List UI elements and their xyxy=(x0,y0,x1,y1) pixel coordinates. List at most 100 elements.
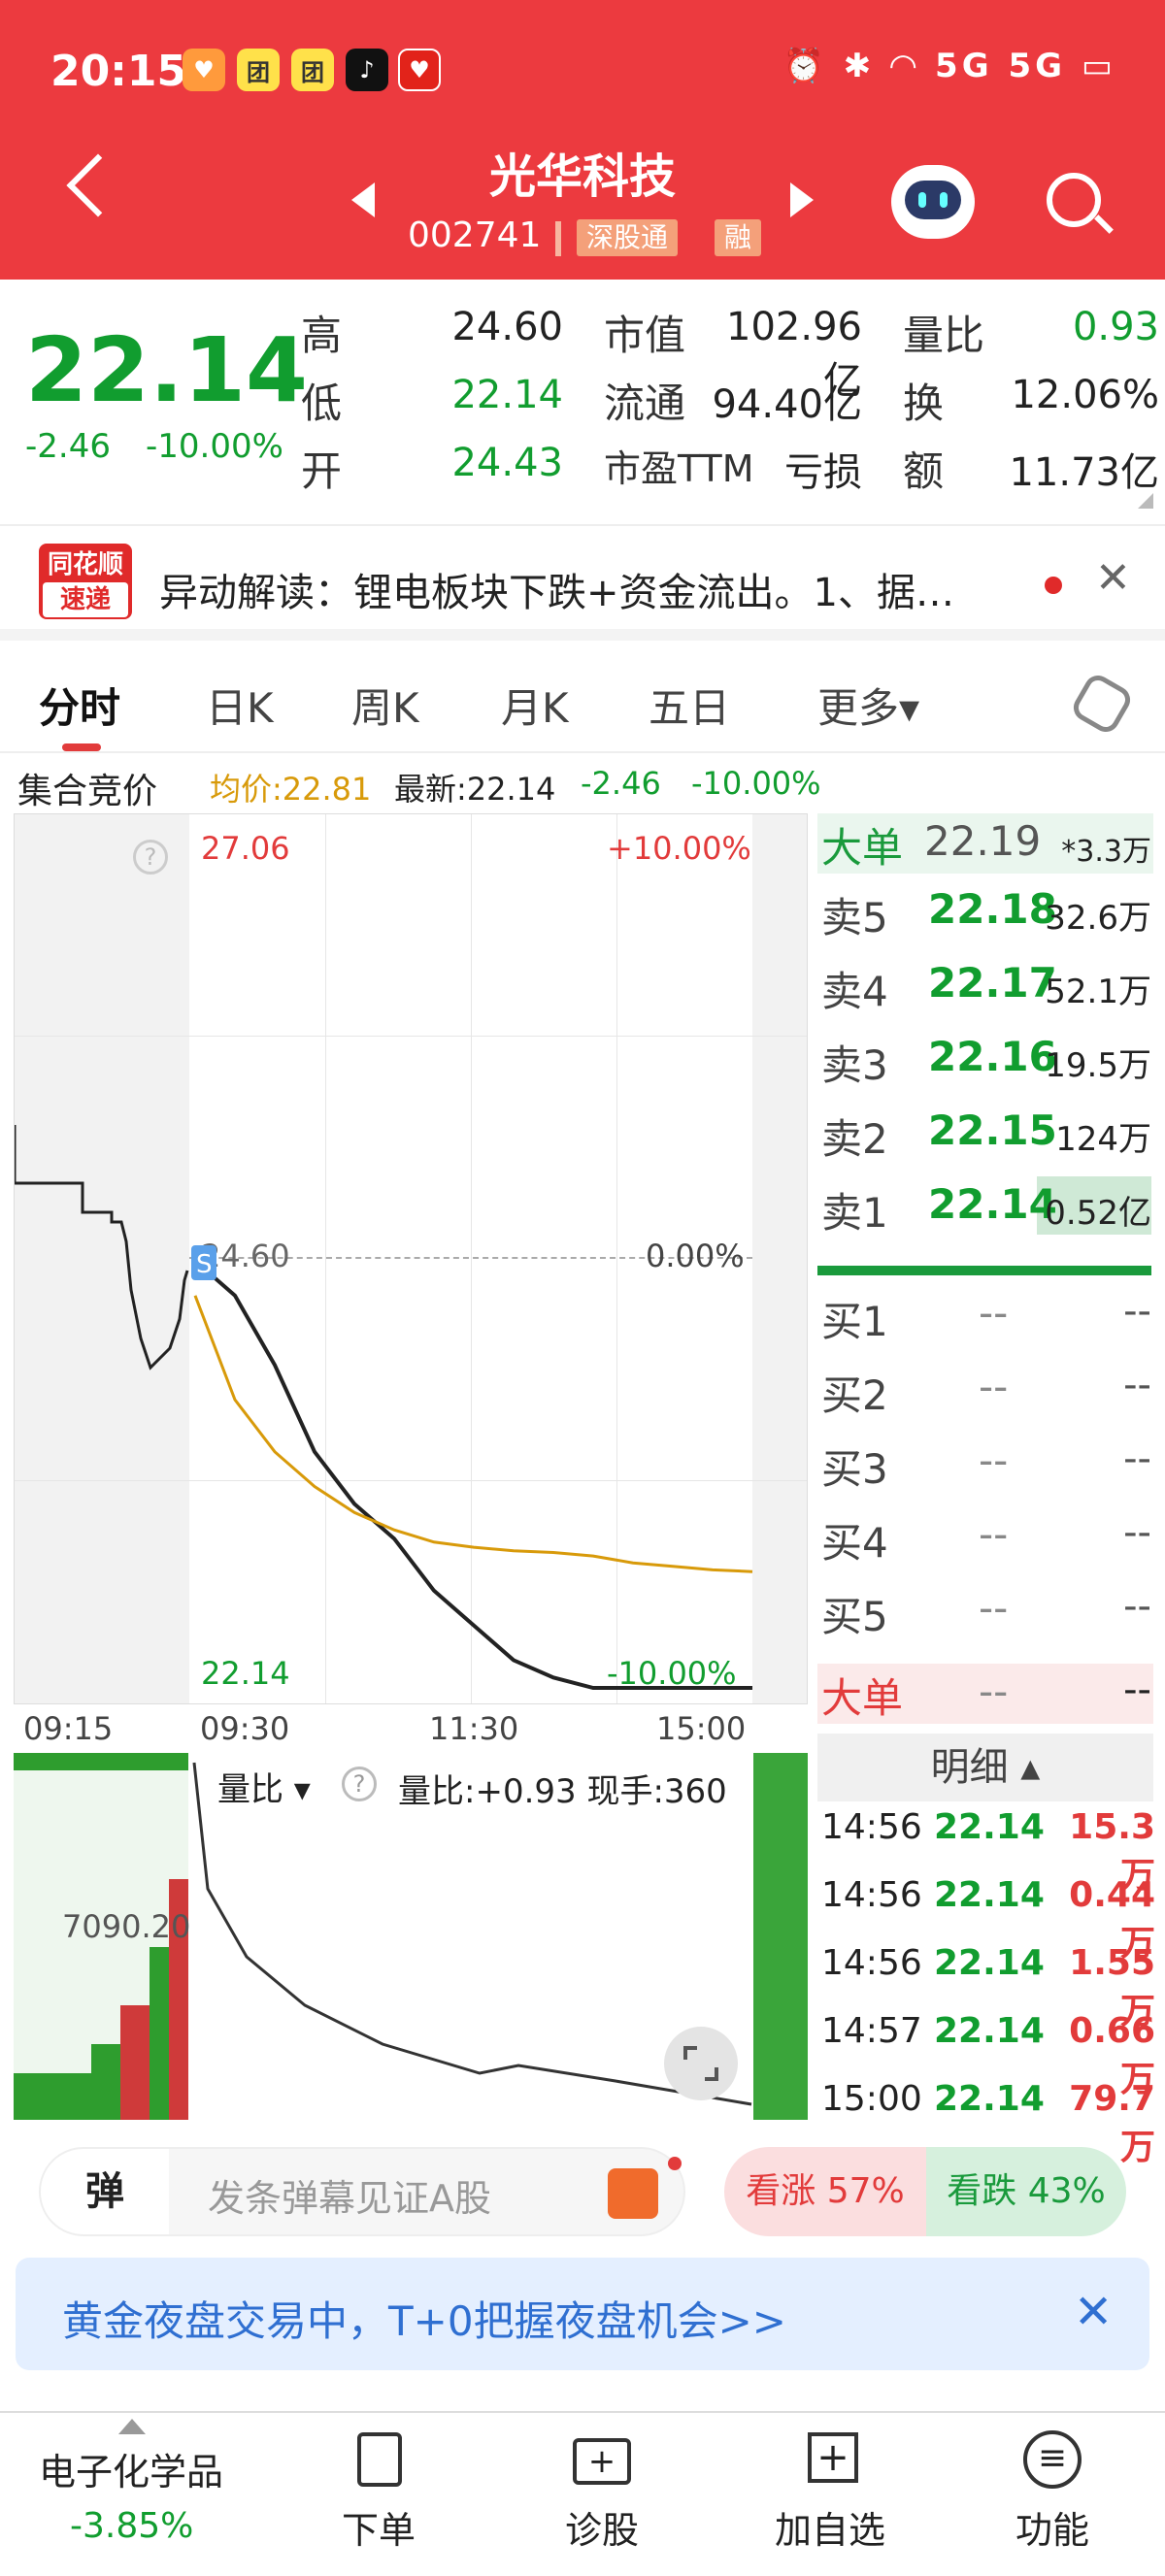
bid-label: 买2 xyxy=(821,1371,888,1419)
trade-time: 14:57 xyxy=(821,2011,922,2051)
sub-info: 量比:+0.93 现手:360 xyxy=(398,1765,727,1812)
tiktok-icon: ♪ xyxy=(346,49,388,91)
news-logo: 同花顺 速递 xyxy=(39,544,132,619)
expand-up-icon[interactable] xyxy=(118,2419,146,2434)
trade-time: 14:56 xyxy=(821,1943,922,1983)
sub-indicator-select[interactable]: 量比 ▾ xyxy=(208,1759,320,1814)
news-bar[interactable]: 同花顺 速递 异动解读：锂电板块下跌+资金流出。1、据… ✕ xyxy=(0,524,1165,641)
tab-daily-k[interactable]: 日K xyxy=(206,676,274,735)
robot-icon[interactable] xyxy=(891,165,975,239)
big-order-label: 大单 xyxy=(821,824,904,872)
bearish-button[interactable]: 看跌 43% xyxy=(926,2147,1126,2236)
fullscreen-icon[interactable] xyxy=(664,2027,738,2100)
settings-icon[interactable] xyxy=(1068,670,1136,738)
bid-label: 买1 xyxy=(821,1298,888,1345)
price-line xyxy=(193,1259,752,1690)
last-price: 22.14 xyxy=(25,318,309,422)
order-button[interactable]: 下单 xyxy=(320,2413,437,2576)
ask-price[interactable]: 22.18 xyxy=(928,885,1057,933)
promo-banner[interactable]: 黄金夜盘交易中，T+0把握夜盘机会>> ✕ xyxy=(16,2258,1149,2370)
tag-shengutong: 深股通 xyxy=(577,219,679,256)
tag-margin: 融 xyxy=(715,219,762,256)
news-text: 异动解读：锂电板块下跌+资金流出。1、据… xyxy=(159,571,954,615)
close-icon[interactable]: ✕ xyxy=(1095,553,1131,603)
trade-time: 14:56 xyxy=(821,1875,922,1915)
tab-more[interactable]: 更多▾ xyxy=(817,676,919,735)
stock-code: 002741 xyxy=(408,215,542,255)
news-badge-top: 同花顺 xyxy=(47,550,123,579)
tab-timeshare[interactable]: 分时 xyxy=(39,676,120,735)
bid-label: 买3 xyxy=(821,1445,888,1493)
trade-time: 14:56 xyxy=(821,1807,922,1847)
ask-volume: 52.1万 xyxy=(1045,973,1151,1011)
news-badge-bottom: 速递 xyxy=(43,582,128,617)
bid-price[interactable]: -- xyxy=(979,1289,1008,1337)
diagnose-button[interactable]: + 诊股 xyxy=(544,2413,660,2576)
divider xyxy=(555,221,561,256)
ask-label: 卖1 xyxy=(821,1189,888,1237)
latest-change: -2.46 xyxy=(581,765,661,802)
next-stock-icon[interactable] xyxy=(790,182,814,217)
turnover-value: 12.06% xyxy=(1011,373,1159,417)
close-icon[interactable]: ✕ xyxy=(1074,2285,1113,2339)
tab-weekly-k[interactable]: 周K xyxy=(351,676,419,735)
volume-ratio-chart[interactable]: 量比 ▾ ? 量比:+0.93 现手:360 7090.20 xyxy=(14,1753,808,2120)
bid-price[interactable]: -- xyxy=(979,1363,1008,1410)
x-tick: 11:30 xyxy=(429,1710,519,1747)
function-label: 功能 xyxy=(1015,2509,1089,2552)
ask-price[interactable]: 22.16 xyxy=(928,1033,1057,1080)
chart-info-bar: 集合竞价 均价:22.81 最新:22.14 -2.46 -10.00% xyxy=(0,757,1165,811)
search-icon[interactable] xyxy=(1047,173,1101,227)
tab-five-day[interactable]: 五日 xyxy=(649,676,730,735)
avg-line xyxy=(193,1295,753,1573)
avg-price: 均价:22.81 xyxy=(210,771,372,808)
vr-value: 0.93 xyxy=(1072,305,1159,349)
help-icon[interactable]: ? xyxy=(342,1767,377,1801)
tab-indicator xyxy=(62,743,101,751)
expand-corner-icon[interactable] xyxy=(1138,493,1153,509)
danmu-input-bar[interactable]: 弹 发条弹幕见证A股 xyxy=(39,2147,685,2236)
vr-label: 量比 xyxy=(903,312,985,359)
pe-label: 市盈TTM xyxy=(604,447,754,490)
header: 20:15 ♥ 团 团 ♪ ♥ ⏰ ✱ ◠ 5G 5G ▭ 光华科技 00274… xyxy=(0,0,1165,280)
chart-svg: S xyxy=(15,1125,753,1690)
x-tick: 09:30 xyxy=(200,1710,290,1747)
pe-value: 亏损 xyxy=(784,450,862,495)
unread-dot xyxy=(1045,577,1062,594)
bid-price[interactable]: -- xyxy=(979,1510,1008,1558)
bullish-button[interactable]: 看涨 57% xyxy=(724,2147,926,2236)
trade-price: 22.14 xyxy=(934,2011,1045,2051)
bid-price[interactable]: -- xyxy=(979,1437,1008,1484)
ask-price[interactable]: 22.17 xyxy=(928,959,1057,1007)
ask-label: 卖5 xyxy=(821,894,888,941)
mktcap-label: 市值 xyxy=(604,312,686,359)
spread-divider xyxy=(817,1266,1151,1275)
tab-monthly-k[interactable]: 月K xyxy=(501,676,569,735)
ask-price[interactable]: 22.14 xyxy=(928,1180,1057,1228)
status-time: 20:15 xyxy=(50,47,187,96)
open-label: 开 xyxy=(301,447,343,495)
app-icon: 团 xyxy=(237,49,280,91)
sector-name[interactable]: 电子化学品 xyxy=(39,2442,223,2495)
bid-price[interactable]: -- xyxy=(979,1584,1008,1632)
intraday-chart[interactable]: ? 27.06 +10.00% 24.60 0.00% 22.14 -10.00… xyxy=(14,813,808,1704)
add-watchlist-button[interactable]: + 加自选 xyxy=(757,2413,903,2576)
detail-toggle[interactable]: 明细 ▴ xyxy=(817,1734,1153,1801)
auction-line xyxy=(15,1125,189,1371)
float-label: 流通 xyxy=(604,380,686,427)
order-label: 下单 xyxy=(341,2509,416,2552)
gift-icon[interactable] xyxy=(608,2168,658,2219)
ask-price[interactable]: 22.15 xyxy=(928,1106,1057,1154)
bid-label: 买5 xyxy=(821,1593,888,1640)
big-order-price: 22.19 xyxy=(924,817,1042,865)
function-button[interactable]: ≡ 功能 xyxy=(994,2413,1111,2576)
trade-time: 15:00 xyxy=(821,2079,922,2119)
app-icon: 团 xyxy=(291,49,334,91)
turnover-label: 换 xyxy=(903,380,945,427)
shop-icon: ♥ xyxy=(398,49,441,91)
bid-volume: -- xyxy=(1123,1289,1151,1334)
status-icons: ⏰ ✱ ◠ 5G 5G ▭ xyxy=(782,47,1116,85)
danmu-icon: 弹 xyxy=(41,2149,169,2234)
open-value: 24.43 xyxy=(451,441,563,485)
big-order2-vol: -- xyxy=(1123,1668,1151,1712)
